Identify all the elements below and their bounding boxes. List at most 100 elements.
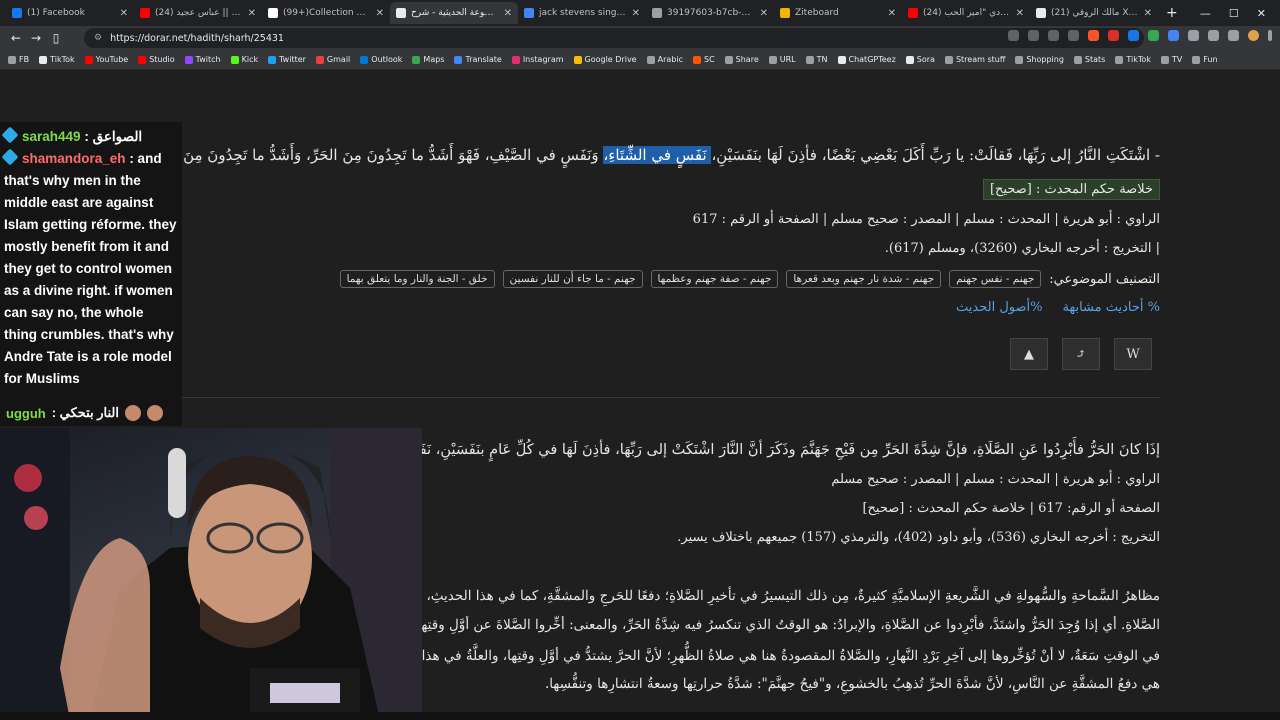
new-tab-icon[interactable]: +: [1166, 5, 1178, 21]
bookmark-item[interactable]: Gmail: [315, 55, 351, 64]
close-window-icon[interactable]: ✕: [1257, 7, 1266, 20]
topic-tag[interactable]: خلق - الجنة والنار وما يتعلق بهما: [339, 270, 495, 288]
url-text: https://dorar.net/hadith/sharh/25431: [110, 32, 284, 44]
extension-icon-1[interactable]: [1128, 30, 1139, 41]
close-tab-icon[interactable]: ✕: [248, 8, 256, 19]
bookmark-favicon-icon: [692, 55, 701, 64]
ruling-row: خلاصة حكم المحدث : [صحيح]: [982, 179, 1160, 200]
bookmark-favicon-icon: [138, 55, 147, 64]
warning-button[interactable]: ▲: [1010, 338, 1048, 370]
word-button[interactable]: W: [1114, 338, 1152, 370]
back-icon[interactable]: ←: [6, 31, 26, 45]
url-field[interactable]: ⚙ https://dorar.net/hadith/sharh/25431: [84, 28, 1144, 48]
browser-tab[interactable]: (21) مالك الروقي X على: "حماس ✕: [1030, 2, 1158, 24]
bookmark-item[interactable]: Stream stuff: [944, 55, 1005, 64]
maximize-icon[interactable]: ☐: [1229, 7, 1239, 20]
bookmark-item[interactable]: TN: [805, 55, 828, 64]
close-tab-icon[interactable]: ✕: [376, 8, 384, 19]
bookmark-favicon-icon: [768, 55, 777, 64]
bookmark-item[interactable]: Arabic: [646, 55, 683, 64]
sidebar-icon[interactable]: [1208, 30, 1219, 41]
bookmark-favicon-icon: [905, 55, 914, 64]
favicon-icon: [780, 8, 790, 18]
bookmark-item[interactable]: Studio: [138, 55, 175, 64]
edit-icon[interactable]: [1048, 30, 1059, 41]
bookmark-item[interactable]: Translate: [454, 55, 502, 64]
hadith-text-part: وَنَفَسٍ في الصَّيْفِ، فَهْوَ أَشَدُّ ما…: [120, 146, 604, 164]
bookmark-label: YouTube: [95, 55, 129, 64]
bookmark-icon[interactable]: ▯: [46, 31, 66, 45]
close-tab-icon[interactable]: ✕: [1144, 8, 1152, 19]
zoom-icon[interactable]: [1028, 30, 1039, 41]
second-narrator: الراوي : أبو هريرة | المحدث : مسلم | الم…: [831, 472, 1160, 487]
bookmark-item[interactable]: Twitter: [268, 55, 306, 64]
share-page-icon[interactable]: [1068, 30, 1079, 41]
second-page-ruling: الصفحة أو الرقم: 617 | خلاصة حكم المحدث …: [862, 501, 1160, 516]
bookmark-favicon-icon: [1160, 55, 1169, 64]
bookmark-label: Share: [735, 55, 759, 64]
topic-tag[interactable]: جهنم - نفس جهنم: [949, 270, 1042, 288]
close-tab-icon[interactable]: ✕: [504, 8, 512, 19]
browser-tab[interactable]: (99+)Collection Stream vids ✕: [262, 2, 390, 24]
bookmark-item[interactable]: Instagram: [511, 55, 564, 64]
bookmark-label: TikTok: [1126, 55, 1151, 64]
close-tab-icon[interactable]: ✕: [888, 8, 896, 19]
site-info-icon[interactable]: ⚙: [94, 33, 102, 43]
profile-icon[interactable]: [1248, 30, 1259, 41]
bookmark-favicon-icon: [724, 55, 733, 64]
bookmark-favicon-icon: [184, 55, 193, 64]
bookmark-item[interactable]: Twitch: [184, 55, 221, 64]
bookmark-item[interactable]: Google Drive: [573, 55, 637, 64]
bookmark-item[interactable]: YouTube: [84, 55, 129, 64]
browser-tab[interactable]: 39197603-b7cb-496e-8b98 ✕: [646, 2, 774, 24]
bookmark-label: TV: [1171, 55, 1183, 64]
bookmark-label: Twitter: [279, 55, 306, 64]
bookmark-item[interactable]: TikTok: [39, 55, 75, 64]
bookmark-item[interactable]: Shopping: [1015, 55, 1064, 64]
bookmark-label: Gmail: [326, 55, 351, 64]
browser-tab[interactable]: (24) اجمل سافي || عباس عجيد ✕: [134, 2, 262, 24]
bookmark-label: Studio: [149, 55, 175, 64]
browser-tab[interactable]: (1) Facebook ✕: [6, 2, 134, 24]
forward-icon[interactable]: →: [26, 31, 46, 45]
share-button[interactable]: ⤴: [1062, 338, 1100, 370]
bookmark-item[interactable]: TV: [1160, 55, 1183, 64]
extension-icon-3[interactable]: [1168, 30, 1179, 41]
bookmark-item[interactable]: Share: [724, 55, 759, 64]
bookmark-favicon-icon: [805, 55, 814, 64]
close-tab-icon[interactable]: ✕: [760, 8, 768, 19]
puzzle-icon[interactable]: [1188, 30, 1199, 41]
bookmark-item[interactable]: URL: [768, 55, 796, 64]
topic-tag[interactable]: جهنم - صفة جهنم وعظمها: [650, 270, 779, 288]
bookmark-item[interactable]: Stats: [1073, 55, 1105, 64]
download-icon[interactable]: [1228, 30, 1239, 41]
similar-hadith-link[interactable]: % أحاديث مشابهة: [1063, 300, 1161, 315]
warning-icon: ▲: [1024, 346, 1034, 362]
brave-icon[interactable]: [1088, 30, 1099, 41]
bookmark-item[interactable]: Fun: [1192, 55, 1218, 64]
browser-tab[interactable]: الموسوعة الحديثية - شرح ✕: [390, 2, 518, 24]
alert-icon[interactable]: [1108, 30, 1119, 41]
bookmark-item[interactable]: SC: [692, 55, 715, 64]
close-tab-icon[interactable]: ✕: [120, 8, 128, 19]
menu-icon[interactable]: [1268, 30, 1272, 41]
bookmark-item[interactable]: Sora: [905, 55, 935, 64]
browser-tab[interactable]: Ziteboard ✕: [774, 2, 902, 24]
topic-tag[interactable]: جهنم - شدة نار جهنم وبعد قعرها: [786, 270, 942, 288]
browser-tab[interactable]: (24) يحيى البغدادي "امير الحب ✕: [902, 2, 1030, 24]
browser-tab[interactable]: jack stevens singer - Google ✕: [518, 2, 646, 24]
translate-icon[interactable]: [1008, 30, 1019, 41]
bookmark-item[interactable]: Maps: [412, 55, 444, 64]
close-tab-icon[interactable]: ✕: [1016, 8, 1024, 19]
bookmark-item[interactable]: TikTok: [1115, 55, 1151, 64]
extension-icon-2[interactable]: [1148, 30, 1159, 41]
topic-tag[interactable]: جهنم - ما جاء أن للنار نفسين: [502, 270, 643, 288]
bookmark-item[interactable]: Outlook: [360, 55, 402, 64]
bookmark-item[interactable]: ChatGPTeez: [837, 55, 896, 64]
bookmark-item[interactable]: FB: [8, 55, 29, 64]
usul-link[interactable]: %أصول الحديث: [956, 300, 1042, 315]
bookmark-favicon-icon: [646, 55, 655, 64]
minimize-icon[interactable]: —: [1200, 7, 1211, 20]
bookmark-item[interactable]: Kick: [230, 55, 258, 64]
close-tab-icon[interactable]: ✕: [632, 8, 640, 19]
